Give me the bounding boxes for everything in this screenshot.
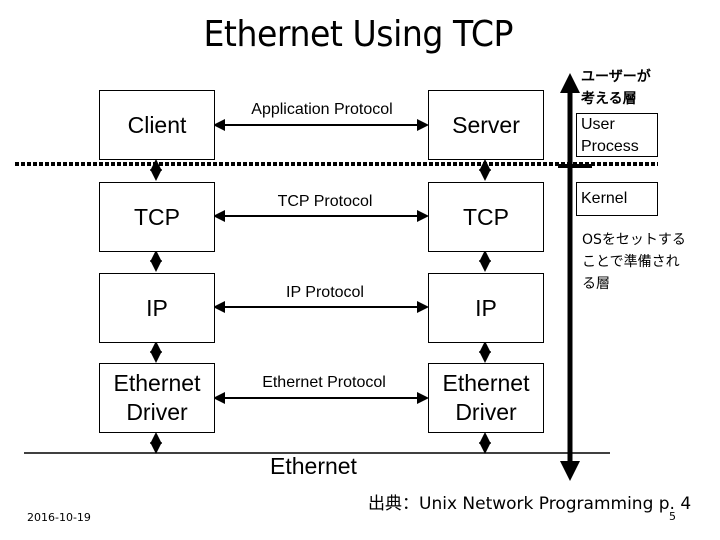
- ethernet-network-label: Ethernet: [270, 453, 357, 479]
- client-tcp-label: TCP: [134, 203, 180, 230]
- server-box: Server: [428, 90, 544, 160]
- server-tcp-label: TCP: [463, 203, 509, 230]
- slide-date: 2016-10-19: [27, 511, 91, 524]
- kernel-box: Kernel: [576, 182, 658, 216]
- client-ethernet-driver-label: Ethernet Driver: [113, 370, 201, 425]
- server-label: Server: [452, 111, 520, 138]
- page-number: 5: [669, 510, 676, 523]
- server-ethernet-driver-box: Ethernet Driver: [428, 363, 544, 433]
- ip-protocol-label: IP Protocol: [286, 284, 364, 301]
- ethernet-protocol-label: Ethernet Protocol: [262, 374, 386, 391]
- client-ethernet-driver-box: Ethernet Driver: [99, 363, 215, 433]
- client-ip-label: IP: [146, 294, 168, 321]
- application-protocol-label: Application Protocol: [251, 101, 393, 118]
- user-layer-note: ユーザーが 考える層: [581, 69, 651, 107]
- server-ip-label: IP: [475, 294, 497, 321]
- source-citation: 出典：Unix Network Programming p. 4: [368, 494, 692, 514]
- client-box: Client: [99, 90, 215, 160]
- server-ip-box: IP: [428, 273, 544, 343]
- kernel-layer-note: OSをセットする ことで準備され る層: [582, 232, 686, 292]
- server-ethernet-driver-label: Ethernet Driver: [442, 370, 530, 425]
- server-tcp-box: TCP: [428, 182, 544, 252]
- tcp-protocol-label: TCP Protocol: [277, 193, 373, 210]
- client-tcp-box: TCP: [99, 182, 215, 252]
- client-ip-box: IP: [99, 273, 215, 343]
- client-label: Client: [127, 111, 187, 138]
- user-process-box: User Process: [576, 113, 658, 157]
